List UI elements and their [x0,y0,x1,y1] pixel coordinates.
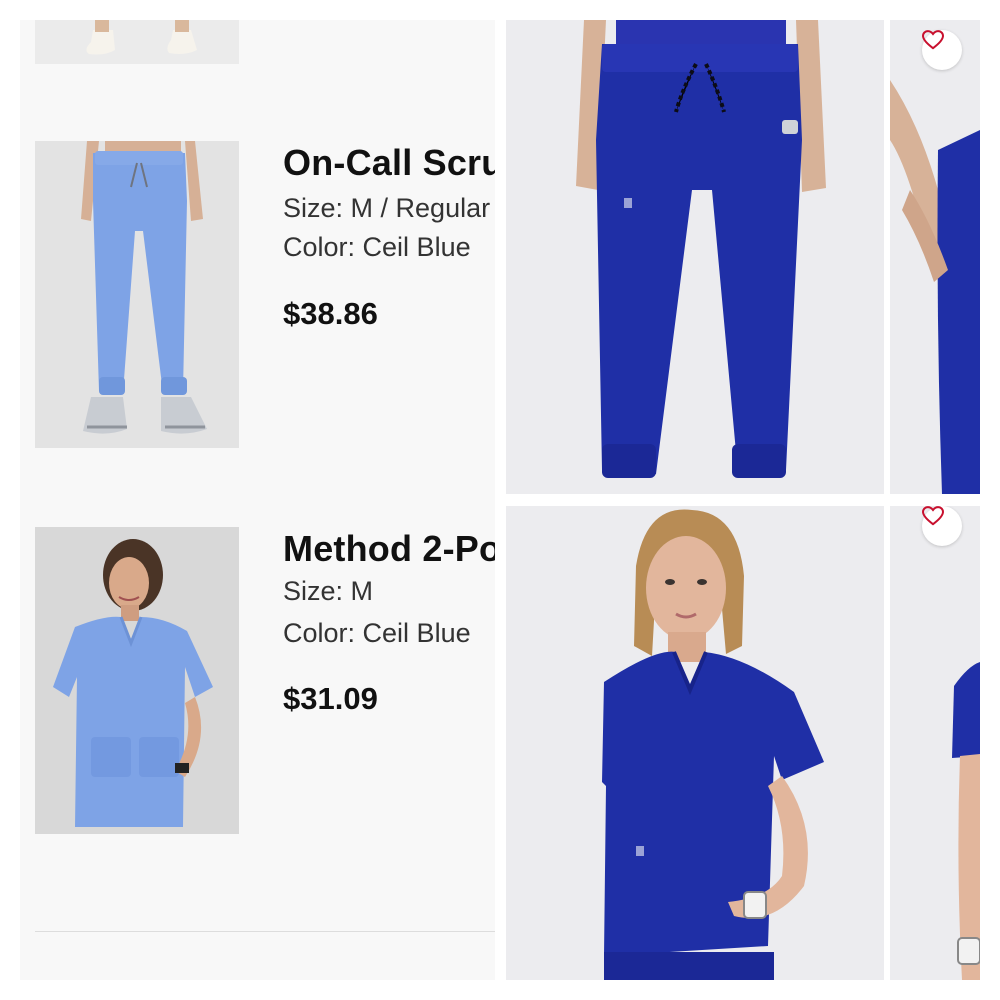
jogger-pants-image [35,141,239,448]
sneakers-image [35,20,239,64]
item-thumbnail[interactable] [35,141,239,448]
color-value: Ceil Blue [362,618,471,648]
item-size: Size: M [283,576,373,607]
color-label: Color: [283,618,356,648]
pants-side-image [890,20,980,494]
item-color: Color: Ceil Blue [283,618,471,649]
item-price: $31.09 [283,681,378,716]
product-image-top-side[interactable] [890,506,980,980]
color-label: Color: [283,232,356,262]
product-image-top[interactable] [506,506,884,980]
navy-scrub-top-image [506,506,884,980]
item-name[interactable]: Method 2-Po [283,528,495,570]
size-label: Size: [283,576,344,606]
top-side-image [890,506,980,980]
item-size: Size: M / Regular [283,193,490,224]
scrub-top-image [35,527,239,834]
size-value: M [350,576,374,606]
cart-panel: On-Call Scru Size: M / Regular Color: Ce… [20,20,495,980]
favorite-button[interactable] [922,506,962,546]
heart-outline-icon [922,30,944,50]
product-image-pants[interactable] [506,20,884,494]
color-value: Ceil Blue [362,232,471,262]
divider [35,931,495,932]
size-label: Size: [283,193,344,223]
product-image-pants-side[interactable] [890,20,980,494]
item-color: Color: Ceil Blue [283,232,471,263]
item-name[interactable]: On-Call Scru [283,142,495,184]
heart-outline-icon [922,506,944,526]
size-value: M / Regular [350,193,491,223]
favorite-button[interactable] [922,30,962,70]
previous-item-thumbnail[interactable] [35,20,239,64]
navy-jogger-image [506,20,884,494]
item-thumbnail[interactable] [35,527,239,834]
item-price: $38.86 [283,296,378,331]
